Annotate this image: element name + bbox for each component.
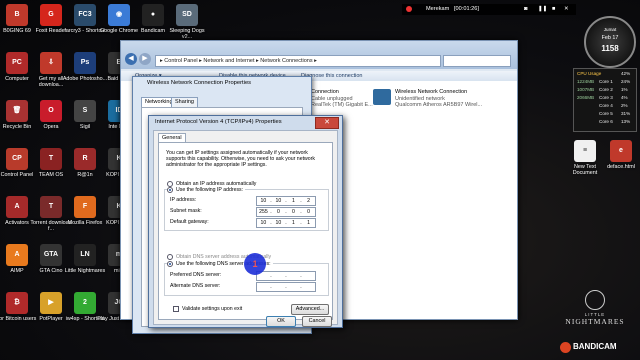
ip-address-field[interactable]: 10. 10. 1. 2 <box>256 196 316 206</box>
default-gateway-label: Default gateway: <box>170 219 209 225</box>
dialog-title: Wireless Network Connection Properties <box>147 80 252 86</box>
checkbox-box <box>173 306 179 312</box>
close-icon[interactable]: ✕ <box>315 117 339 129</box>
alternate-dns-field[interactable]: ... <box>256 282 316 292</box>
radio-dot <box>167 187 173 193</box>
preferred-dns-field[interactable]: ... <box>256 271 316 281</box>
app-icon: 🗑 <box>6 100 28 122</box>
radio-use-ip[interactable]: Use the following IP address: <box>167 187 246 193</box>
cpu-title: CPU Usage <box>577 71 602 76</box>
app-icon: A <box>6 244 28 266</box>
cpu-total: 42% <box>621 71 631 76</box>
desktop-icon-label: deface.html <box>607 164 635 170</box>
radio-dot <box>167 261 173 267</box>
click-highlight-marker: 1 <box>244 253 266 275</box>
search-input[interactable] <box>443 55 511 67</box>
desktop-icon-label: Sleeping Dogs v2... <box>169 28 205 41</box>
validate-checkbox[interactable]: Validate settings upon exit <box>173 306 242 312</box>
little-nightmares-logo: LITTLE NIGHTMARES <box>560 290 630 326</box>
app-icon: Ps <box>74 52 96 74</box>
alternate-dns-label: Alternate DNS server: <box>170 283 221 289</box>
advanced-button[interactable]: Advanced... <box>291 304 329 315</box>
cancel-button[interactable]: Cancel <box>302 316 332 327</box>
desktop-icon[interactable]: SD Sleeping Dogs v2... <box>164 4 210 40</box>
app-icon: O <box>40 100 62 122</box>
back-icon[interactable]: ◀ <box>125 53 137 65</box>
app-icon: B <box>6 4 28 26</box>
app-icon: T <box>40 196 62 218</box>
subnet-mask-field[interactable]: 255. 0. 0. 0 <box>256 207 316 217</box>
radio-dot <box>167 254 173 260</box>
app-icon: SD <box>176 4 198 26</box>
general-panel: You can get IP settings assigned automat… <box>158 142 333 320</box>
app-icon: ▶ <box>40 292 62 314</box>
app-icon: LN <box>74 244 96 266</box>
camera-icon[interactable]: ◙ <box>524 4 527 15</box>
breadcrumb[interactable]: ▸ Control Panel ▸ Network and Internet ▸… <box>155 55 441 67</box>
desktop-icon[interactable]: e deface.html <box>598 140 640 170</box>
app-icon: 2 <box>74 292 96 314</box>
app-icon: PC <box>6 52 28 74</box>
stop-icon[interactable]: ■ <box>552 4 555 15</box>
subnet-mask-label: Subnet mask: <box>170 208 202 214</box>
app-icon: ₿ <box>6 292 28 314</box>
ok-button[interactable]: OK <box>266 316 296 327</box>
app-icon: ⇩ <box>40 52 62 74</box>
ipv4-properties-dialog[interactable]: Internet Protocol Version 4 (TCP/IPv4) P… <box>148 115 343 328</box>
cpu-usage-gadget: CPU Usage 42% 1224MB Core 1 24% 1007MB Core … <box>573 68 637 132</box>
app-icon: S <box>74 100 96 122</box>
recording-status: Merekam <box>426 6 450 12</box>
app-icon: G <box>40 4 62 26</box>
preferred-dns-label: Preferred DNS server: <box>170 272 222 278</box>
ip-address-label: IP address: <box>170 197 197 203</box>
recording-time: [00:01:26] <box>454 6 479 12</box>
clock-gadget: Jumat Feb 17 1158 <box>584 16 636 68</box>
adapter-ethernet[interactable]: Connection Cable unplugged RealTek (TM) … <box>311 89 373 109</box>
record-dot-icon <box>406 6 412 12</box>
bandicam-watermark: BANDICAM <box>560 340 636 354</box>
app-icon: GTA <box>40 244 62 266</box>
app-icon: A <box>6 196 28 218</box>
bandicam-logo-icon <box>560 341 571 353</box>
description-text: You can get IP settings assigned automat… <box>166 150 315 169</box>
app-icon: e <box>610 140 632 162</box>
app-icon: T <box>40 148 62 170</box>
address-bar-area: ◀ ▶ ▸ Control Panel ▸ Network and Intern… <box>121 41 517 69</box>
forward-icon[interactable]: ▶ <box>139 53 151 65</box>
app-icon: ◉ <box>108 4 130 26</box>
app-icon: FC3 <box>74 4 96 26</box>
close-icon[interactable]: ✕ <box>564 4 569 15</box>
recording-toolbar[interactable]: Merekam [00:01:26] ◙ ❚❚ ■ ✕ <box>402 4 576 15</box>
pause-icon[interactable]: ❚❚ <box>538 4 547 15</box>
wireless-adapter-icon <box>373 89 391 105</box>
app-icon: ≡ <box>574 140 596 162</box>
app-icon: R <box>74 148 96 170</box>
app-icon: CP <box>6 148 28 170</box>
default-gateway-field[interactable]: 10. 10. 1. 1 <box>256 218 316 228</box>
adapter-wireless[interactable]: Wireless Network Connection Unidentified… <box>373 89 482 109</box>
app-icon: ● <box>142 4 164 26</box>
dialog-title: Internet Protocol Version 4 (TCP/IPv4) P… <box>155 119 282 125</box>
app-icon: F <box>74 196 96 218</box>
